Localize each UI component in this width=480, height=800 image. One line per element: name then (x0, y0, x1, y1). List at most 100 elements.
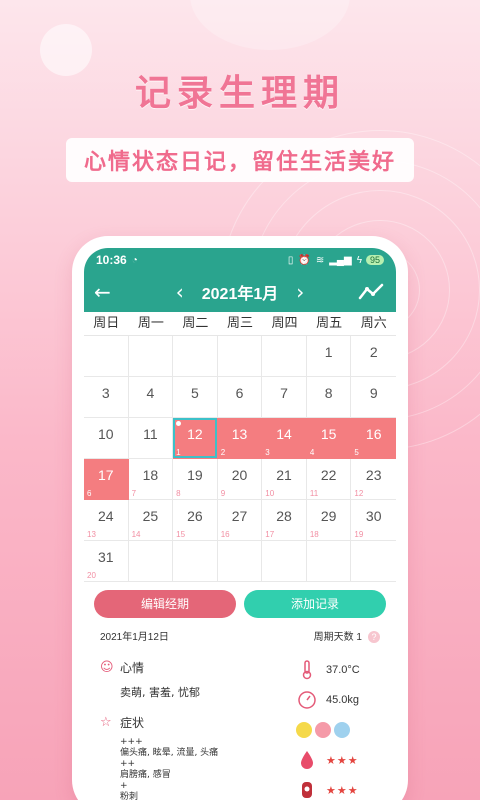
period-days-container: 周期天数 1? (314, 628, 380, 643)
add-record-button[interactable]: 添加记录 (244, 590, 386, 618)
calendar-day-cell[interactable]: 16 5 (351, 418, 396, 459)
cycle-day-number: 13 (87, 530, 96, 539)
action-buttons: 编辑经期 添加记录 (84, 582, 396, 618)
day-number: 1 (324, 344, 333, 360)
day-detail: ☺ 心情 卖萌, 害羞, 忧郁 ☆ 症状 +++ 偏头痛, 眩晕, 流量, 头痛… (84, 643, 396, 800)
calendar-empty-cell (217, 336, 263, 377)
pain-row: ★★★ (296, 775, 386, 800)
vibrate-icon: ▯ (287, 254, 294, 266)
weekday-label: 周二 (182, 316, 209, 331)
calendar-day-cell[interactable]: 10 (84, 418, 129, 459)
app-screen: 10:36 ◔ ▯ ⏰ ≋ ▂▄▆ ϟ 95 ← ‹ 2021年1月 › 周日周… (84, 248, 396, 800)
help-icon[interactable]: ? (368, 631, 380, 643)
cycle-day-number: 8 (176, 489, 181, 498)
calendar-day-cell[interactable]: 30 19 (351, 500, 396, 541)
next-month-icon[interactable]: › (286, 280, 314, 304)
symptom-title-row: ☆ 症状 (100, 714, 280, 731)
temperature-row: 37.0°C (296, 655, 386, 685)
day-number: 24 (97, 508, 114, 524)
calendar-day-cell[interactable]: 13 2 (217, 418, 263, 459)
calendar-day-cell[interactable]: 5 (173, 377, 218, 418)
cycle-day-number: 10 (265, 489, 275, 498)
calendar-day-cell[interactable]: 18 7 (128, 459, 174, 500)
day-number: 19 (187, 467, 203, 483)
weekday-label: 周一 (137, 316, 164, 331)
calendar-empty-cell (217, 541, 263, 582)
calendar-day-cell[interactable]: 28 17 (262, 500, 307, 541)
calendar-day-cell[interactable]: 3 (84, 377, 129, 418)
weekday-label: 周五 (316, 316, 343, 331)
calendar-day-cell[interactable]: 31 20 (84, 541, 129, 582)
prev-month-icon[interactable]: ‹ (166, 280, 194, 304)
calendar-day-cell[interactable]: 7 (262, 377, 307, 418)
calendar-day-cell[interactable]: 8 (306, 377, 352, 418)
day-number: 12 (187, 426, 203, 442)
day-number: 23 (365, 467, 382, 483)
symptom-line: 偏头痛, 眩晕, 流量, 头痛 (120, 748, 219, 758)
day-number: 7 (280, 385, 288, 401)
calendar-day-cell[interactable]: 24 13 (84, 500, 129, 541)
calendar-day-cell[interactable]: 26 15 (173, 500, 218, 541)
day-number: 2 (369, 344, 378, 360)
calendar-day-cell[interactable]: 20 9 (217, 459, 263, 500)
calendar-day-cell[interactable]: 4 (128, 377, 174, 418)
calendar-empty-cell (262, 336, 307, 377)
back-arrow-icon[interactable]: ← (94, 280, 122, 304)
calendar-day-cell[interactable]: 29 18 (306, 500, 352, 541)
calendar-day-cell[interactable]: 2 (351, 336, 396, 377)
day-number: 4 (146, 385, 155, 401)
symptom-line: 肩膀痛, 感冒 (120, 770, 171, 780)
month-title[interactable]: 2021年1月 (194, 280, 287, 304)
thermometer-icon (296, 659, 318, 681)
calendar-day-cell[interactable]: 25 14 (128, 500, 174, 541)
calendar-day-cell[interactable]: 23 12 (351, 459, 396, 500)
trend-chart-icon[interactable] (358, 282, 386, 302)
cycle-day-number: 15 (176, 530, 186, 539)
calendar-day-cell[interactable]: 17 6 (84, 459, 129, 500)
symptom-title: 症状 (120, 716, 145, 730)
calendar-day-cell[interactable]: 27 16 (217, 500, 263, 541)
calendar-day-cell[interactable]: 12 1 (173, 418, 218, 459)
calendar-day-cell[interactable]: 11 (128, 418, 174, 459)
day-number: 25 (142, 508, 159, 524)
cute-face-icon (296, 722, 312, 738)
day-number: 20 (231, 467, 248, 483)
calendar-day-cell[interactable]: 14 3 (262, 418, 307, 459)
day-number: 9 (369, 385, 378, 401)
sad-face-icon (334, 722, 350, 738)
day-number: 26 (187, 508, 203, 524)
calendar-day-cell[interactable]: 6 (217, 377, 263, 418)
alarm-icon: ⏰ (298, 254, 311, 266)
calendar-day-cell[interactable]: 15 4 (306, 418, 352, 459)
wifi-icon: ≋ (315, 254, 325, 266)
calendar-day-cell[interactable]: 19 8 (173, 459, 218, 500)
symptom-line: + (120, 781, 128, 791)
cycle-day-number: 19 (354, 530, 364, 539)
promo-headline: 记录生理期 (134, 73, 345, 114)
edit-period-button[interactable]: 编辑经期 (94, 590, 236, 618)
weekday-label: 周日 (93, 316, 120, 331)
temperature-value: 37.0°C (326, 664, 360, 676)
app-header: ← ‹ 2021年1月 › (84, 272, 396, 312)
selected-date-info: 2021年1月12日 周期天数 1? (84, 618, 396, 643)
pain-stars: ★★★ (326, 784, 359, 797)
calendar-empty-cell (262, 541, 307, 582)
day-number: 29 (320, 508, 337, 524)
day-number: 15 (320, 426, 337, 442)
calendar-day-cell[interactable]: 21 10 (262, 459, 307, 500)
pain-icon (296, 779, 318, 800)
decor-circle (190, 0, 350, 50)
cycle-day-number: 2 (220, 448, 226, 457)
cycle-day-number: 1 (176, 448, 181, 457)
cycle-day-number: 5 (354, 448, 359, 457)
cycle-day-number: 3 (265, 448, 270, 457)
calendar-empty-cell (173, 336, 218, 377)
star-outline-icon: ☆ (100, 715, 112, 730)
cycle-day-number: 6 (87, 489, 92, 498)
calendar-day-cell[interactable]: 9 (351, 377, 396, 418)
mood-title-row: ☺ 心情 (100, 659, 280, 676)
calendar-day-cell[interactable]: 1 (306, 336, 352, 377)
calendar-day-cell[interactable]: 22 11 (306, 459, 352, 500)
scale-icon (296, 689, 318, 711)
period-days: 周期天数 1 (313, 632, 362, 643)
